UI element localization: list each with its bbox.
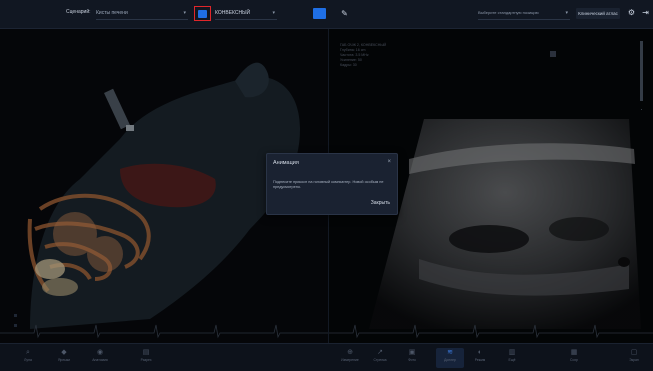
doppler-icon: ≋ <box>447 349 453 356</box>
tool-more[interactable]: ▥ Ещё <box>498 348 526 368</box>
monitor-button[interactable] <box>313 8 326 19</box>
standard-position-select[interactable]: Выберите стандартную позицию ▾ <box>478 8 570 20</box>
bottom-toolbar: ⌕ Лупа ◆ Ярлыки ◉ Анатомия ▤ Разрез ⊕ Измерен… <box>0 343 653 371</box>
tool-label: Фото <box>408 358 416 362</box>
scenario-value: Кисты печени <box>96 10 128 16</box>
probe-tool-button[interactable]: ✎ <box>339 8 350 19</box>
exit-icon: ⇥ <box>642 8 649 17</box>
tool-label: Ещё <box>508 358 516 362</box>
tool-label: Экран <box>629 358 639 362</box>
mode-icon: ◐ <box>477 349 483 356</box>
tool-label: Разрез <box>140 358 152 362</box>
arrow-icon: ↗ <box>377 349 383 356</box>
tool-label: Измерение <box>341 358 359 362</box>
exit-button[interactable]: ⇥ <box>640 7 651 19</box>
measure-icon: ⊕ <box>347 349 353 356</box>
tool-mode[interactable]: ◐ Режим <box>466 348 494 368</box>
tool-label: Режим <box>474 358 486 362</box>
settings-button[interactable]: ⚙ <box>626 7 637 19</box>
tool-label: Ярлыки <box>57 358 70 362</box>
tool-screen[interactable]: ▢ Экран <box>620 348 648 368</box>
camera-icon: ▣ <box>408 349 416 356</box>
grid-icon <box>198 9 207 18</box>
tool-slice[interactable]: ▤ Разрез <box>132 348 160 368</box>
standard-position-placeholder: Выберите стандартную позицию <box>478 10 539 15</box>
chevron-down-icon: ▾ <box>565 10 568 16</box>
gear-icon: ⚙ <box>627 8 636 17</box>
slice-icon: ▤ <box>142 349 150 356</box>
dialog-message: Поднесите прикосн на головный компьютер.… <box>273 180 384 189</box>
tool-photo[interactable]: ▣ Фото <box>398 348 426 368</box>
tool-label: Стрелка <box>373 358 387 362</box>
dialog-title: Анимация <box>273 160 299 166</box>
tool-zoom[interactable]: ⌕ Лупа <box>14 348 42 368</box>
tool-label: Сохр <box>570 358 578 362</box>
tool-arrow[interactable]: ↗ Стрелка <box>366 348 394 368</box>
close-icon[interactable]: × <box>387 159 391 165</box>
pen-icon: ✎ <box>341 9 348 18</box>
more-icon: ▥ <box>508 349 516 356</box>
tool-anatomy[interactable]: ◉ Анатомия <box>86 348 114 368</box>
chevron-down-icon: ▾ <box>272 10 275 16</box>
top-toolbar: Сценарий: Кисты печени ▾ КОНВЕКСНЫЙ ▾ ✎ … <box>0 0 653 29</box>
tool-label: Доплер <box>444 358 456 362</box>
save-icon: ▦ <box>570 349 578 356</box>
tool-label: Анатомия <box>92 358 108 362</box>
probe-mode-select[interactable]: КОНВЕКСНЫЙ ▾ <box>215 8 277 20</box>
tool-measure[interactable]: ⊕ Измерение <box>336 348 364 368</box>
tool-doppler[interactable]: ≋ Доплер <box>436 348 464 368</box>
view-toggle-button[interactable] <box>194 6 211 21</box>
screen-icon: ▢ <box>630 349 638 356</box>
anatomy-icon: ◉ <box>96 349 104 356</box>
chevron-down-icon: ▾ <box>183 10 186 16</box>
scenario-select[interactable]: Кисты печени ▾ <box>96 8 188 20</box>
animation-dialog: Анимация × Поднесите прикосн на головный… <box>266 153 398 215</box>
clinical-atlas-button[interactable]: Клинический атлас <box>576 8 620 19</box>
tool-label: Лупа <box>24 358 32 362</box>
probe-mode-value: КОНВЕКСНЫЙ <box>215 10 251 16</box>
label-icon: ◆ <box>61 349 67 356</box>
tool-labels[interactable]: ◆ Ярлыки <box>50 348 78 368</box>
scenario-label: Сценарий: <box>66 9 91 15</box>
tool-save[interactable]: ▦ Сохр <box>560 348 588 368</box>
close-button[interactable]: Закрыть <box>371 200 390 206</box>
zoom-icon: ⌕ <box>26 349 30 356</box>
